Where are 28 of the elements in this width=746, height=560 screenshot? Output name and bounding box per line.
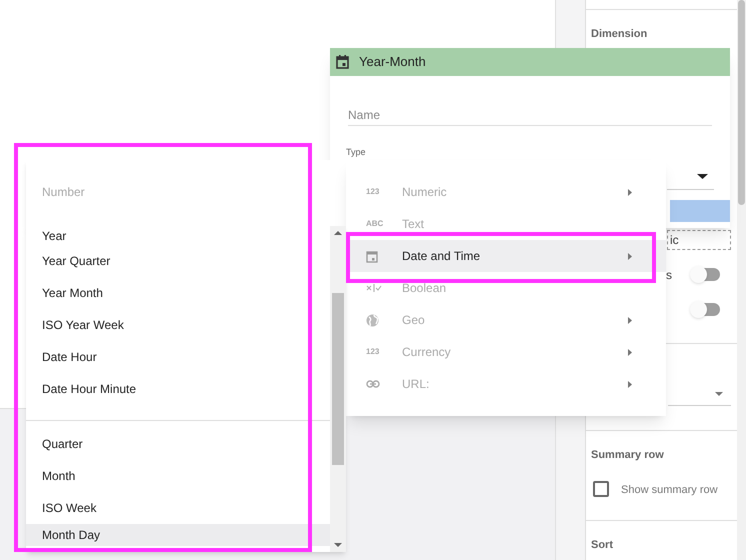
- cross-check-icon: [366, 284, 382, 292]
- scrollbar-thumb[interactable]: [738, 0, 745, 205]
- name-field[interactable]: Name: [348, 104, 712, 126]
- link-icon: [366, 380, 380, 388]
- section-title: Dimension: [590, 27, 648, 42]
- scroll-down-icon[interactable]: [334, 543, 342, 547]
- section-title: Sort: [591, 538, 613, 553]
- list-item[interactable]: Year: [26, 226, 330, 245]
- dimension-chip[interactable]: ic: [667, 230, 731, 250]
- selection-bar: [670, 200, 730, 222]
- field-label: Type: [346, 146, 366, 159]
- calendar-icon: [366, 250, 378, 262]
- type-glyph: 123: [366, 186, 380, 198]
- section-title: Summary row: [591, 448, 664, 463]
- calendar-icon: [336, 55, 349, 69]
- dialog-title: Year-Month: [359, 53, 426, 72]
- type-glyph: 123: [366, 346, 380, 358]
- toggle-label: s: [666, 267, 672, 284]
- scrollbar-thumb[interactable]: [332, 293, 344, 465]
- checkbox-label: Show summary row: [621, 483, 718, 498]
- toggle-switch[interactable]: [692, 268, 720, 281]
- globe-icon: [366, 314, 379, 326]
- list-item[interactable]: Month Day: [26, 524, 330, 546]
- caret-icon: [697, 174, 708, 179]
- type-glyph: ABC: [366, 218, 384, 230]
- toggle-switch[interactable]: [692, 303, 720, 316]
- caret-icon: [715, 392, 723, 396]
- checkbox[interactable]: [593, 481, 609, 497]
